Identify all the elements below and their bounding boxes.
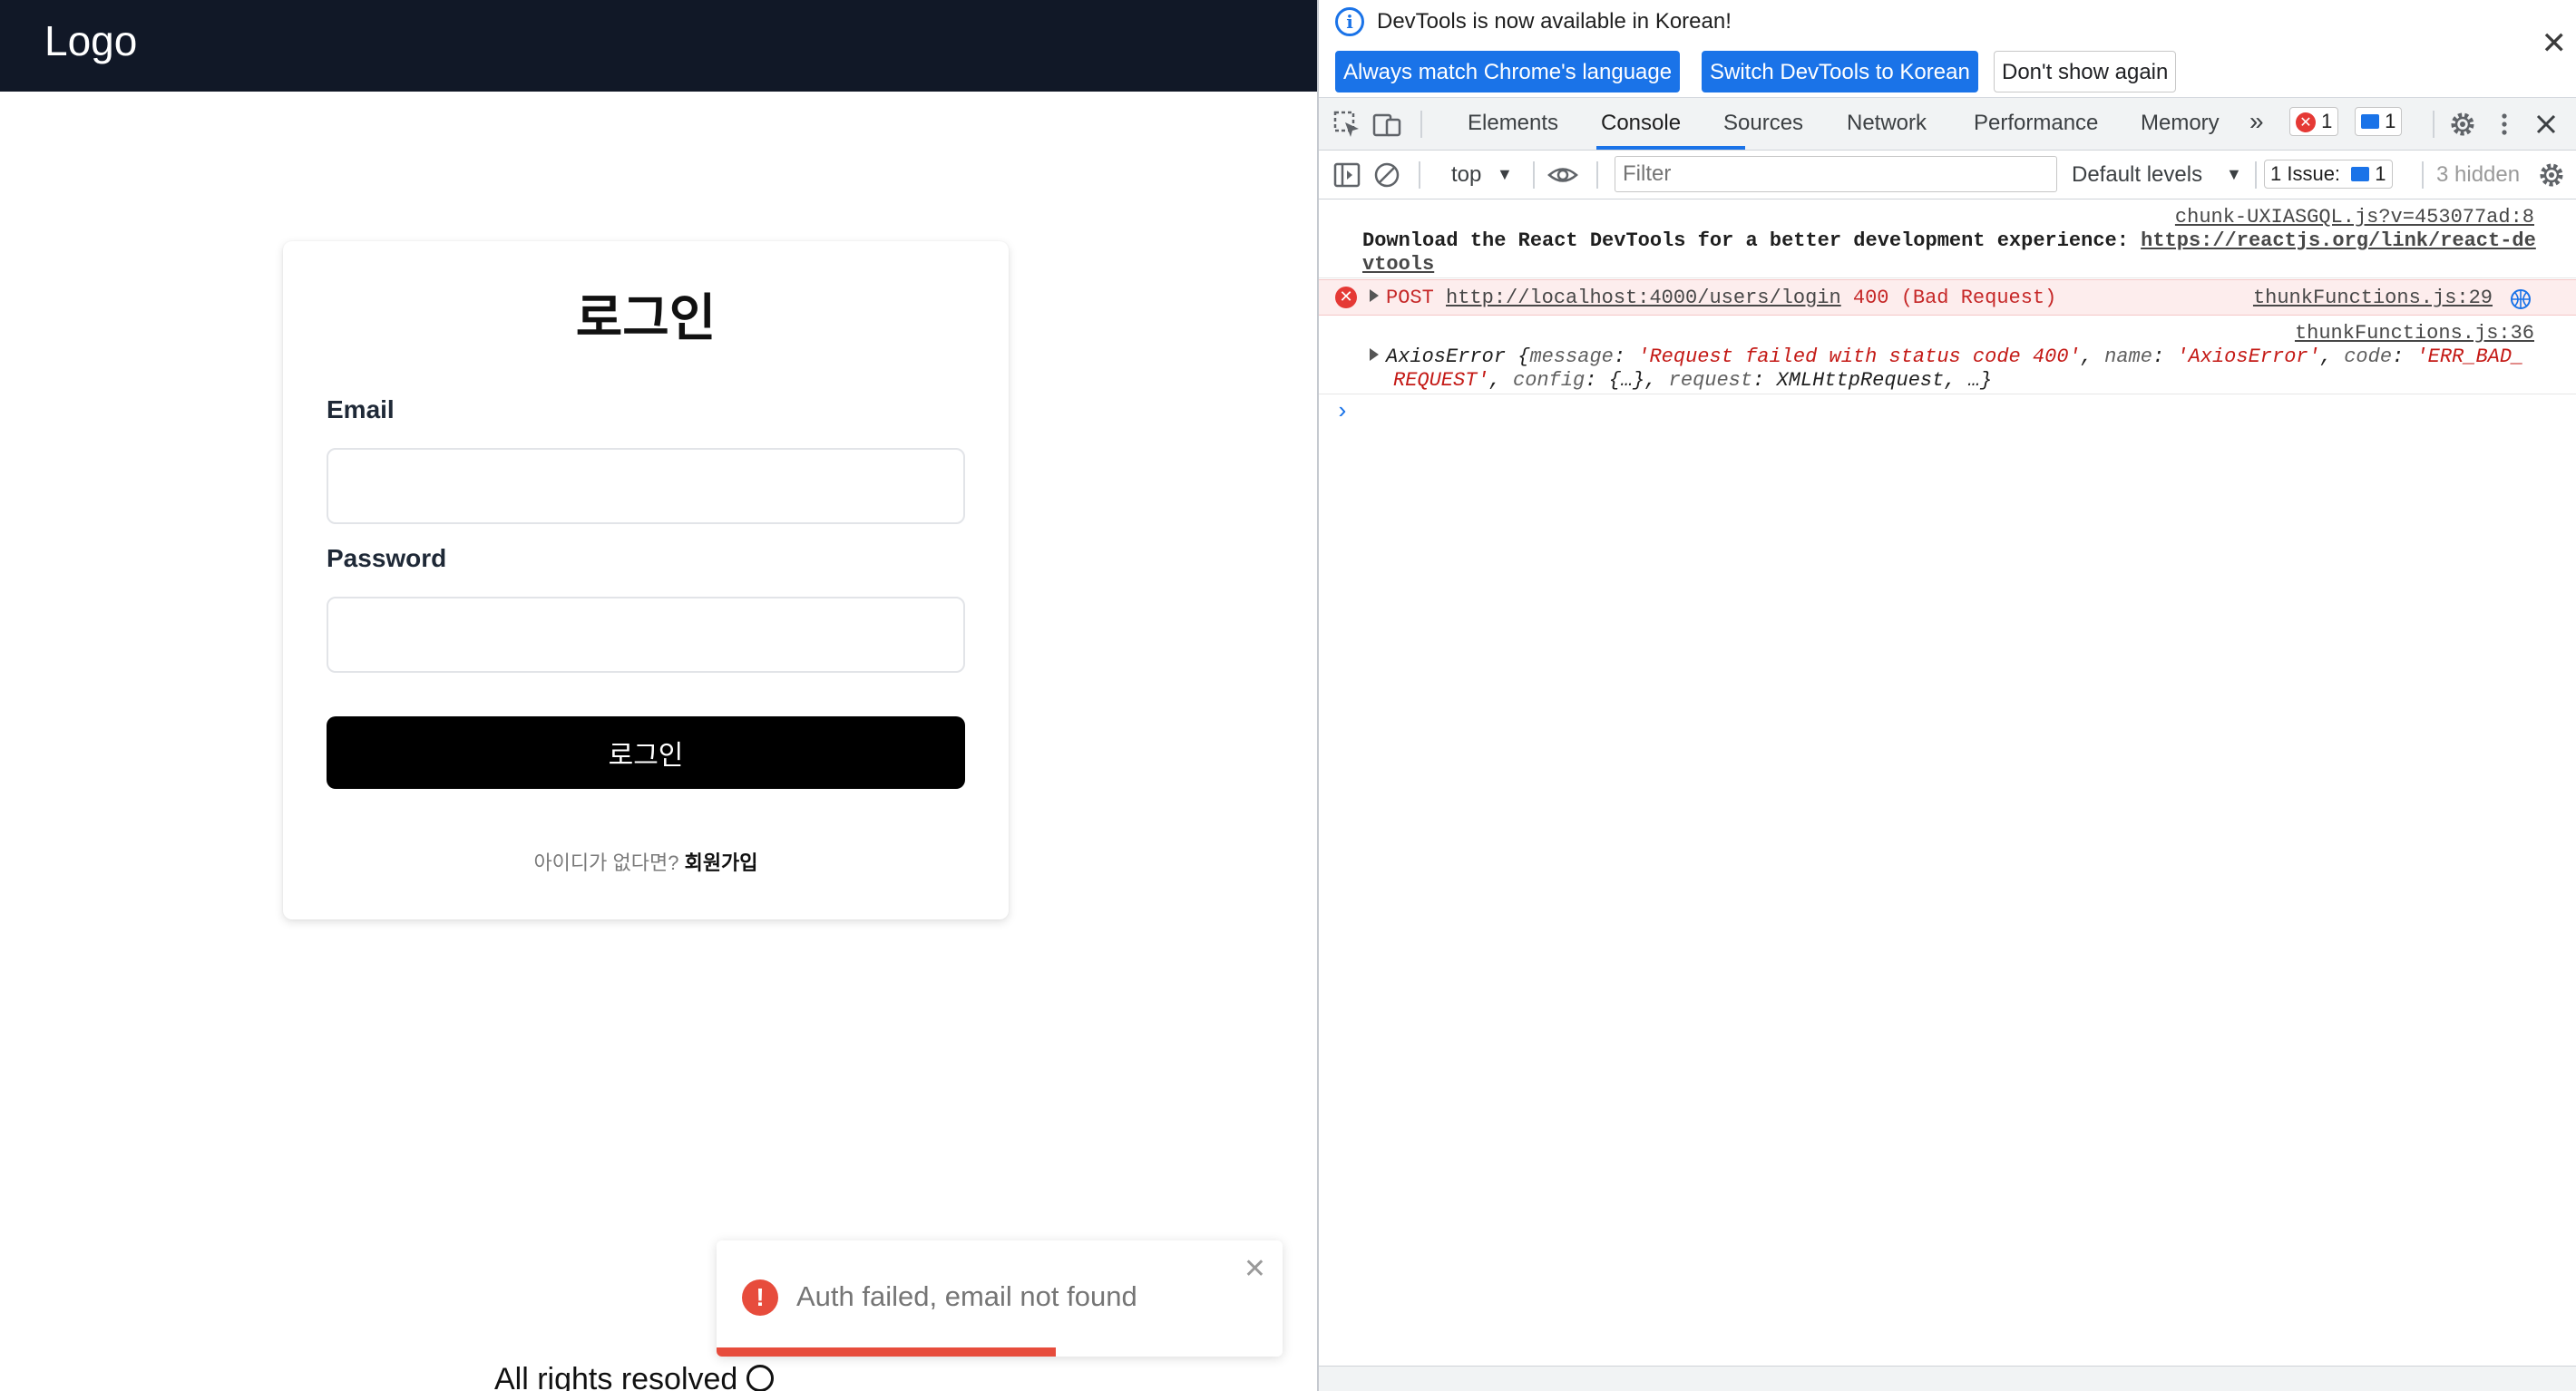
request-status: 400 (Bad Request) — [1840, 287, 2057, 309]
error-toast: ! Auth failed, email not found ✕ — [717, 1240, 1283, 1357]
chevron-down-icon[interactable]: ▼ — [2226, 165, 2242, 184]
react-devtools-link[interactable]: https://reactjs.org/link/react-de — [2141, 229, 2536, 252]
error-count: 1 — [2321, 110, 2333, 132]
kebab-menu-icon[interactable] — [2489, 109, 2520, 140]
close-devtools-icon[interactable] — [2531, 109, 2561, 140]
close-icon[interactable]: ✕ — [1244, 1253, 1266, 1285]
tab-elements[interactable]: Elements — [1468, 111, 1558, 136]
devtools-tabbar: Elements Console Sources Network Perform… — [1319, 98, 2576, 151]
error-code-value-cont: REQUEST' — [1393, 369, 1489, 392]
more-tabs-icon[interactable]: » — [2249, 107, 2264, 136]
issues-button[interactable]: 1 Issue: 1 — [2264, 160, 2393, 189]
sidebar-toggle-icon[interactable] — [1332, 160, 1362, 190]
toast-progress-bar — [717, 1347, 1057, 1357]
tab-sources[interactable]: Sources — [1723, 111, 1803, 136]
devtools-drawer-bar[interactable] — [1319, 1366, 2576, 1391]
inspect-element-icon[interactable] — [1332, 109, 1362, 140]
console-object-message: thunkFunctions.js:36 AxiosError {message… — [1319, 316, 2576, 394]
error-message-value: 'Request failed with status code 400' — [1637, 345, 2081, 368]
request-method: POST — [1386, 287, 1447, 309]
login-button[interactable]: 로그인 — [327, 716, 965, 789]
hidden-count[interactable]: 3 hidden — [2436, 162, 2520, 188]
console-error-row[interactable]: ✕ POST http://localhost:4000/users/login… — [1319, 279, 2576, 316]
settings-gear-icon[interactable] — [2447, 109, 2478, 140]
email-label: Email — [327, 395, 395, 423]
info-icon: i — [1335, 7, 1364, 36]
live-expression-eye-icon[interactable] — [1547, 160, 1578, 190]
issues-label: 1 Issue: — [2270, 162, 2341, 185]
object-source-link[interactable]: thunkFunctions.js:36 — [2295, 322, 2534, 345]
signup-question: 아이디가 없다면? — [533, 851, 685, 874]
request-value: XMLHttpRequest — [1776, 369, 1945, 392]
match-language-button[interactable]: Always match Chrome's language — [1335, 51, 1681, 92]
language-infobar: i DevTools is now available in Korean! ✕… — [1319, 0, 2576, 98]
expand-triangle-icon[interactable] — [1370, 289, 1379, 302]
react-devtools-link-cont[interactable]: vtools — [1362, 253, 1434, 276]
error-icon: ! — [742, 1279, 778, 1316]
request-url[interactable]: http://localhost:4000/users/login — [1446, 287, 1841, 309]
message-icon — [2361, 114, 2379, 129]
context-selector[interactable]: top — [1451, 162, 1481, 188]
tab-network[interactable]: Network — [1847, 111, 1927, 136]
expand-triangle-icon[interactable] — [1370, 348, 1379, 361]
network-request-icon[interactable] — [2509, 287, 2532, 311]
device-toolbar-icon[interactable] — [1371, 109, 1402, 140]
signup-prompt: 아이디가 없다면? 회원가입 — [283, 847, 1009, 876]
tab-memory[interactable]: Memory — [2141, 111, 2220, 136]
dont-show-again-button[interactable]: Don't show again — [1994, 51, 2177, 92]
error-code-value: 'ERR_BAD_ — [2415, 345, 2524, 368]
devtools-panel: i DevTools is now available in Korean! ✕… — [1317, 0, 2576, 1391]
message-count: 1 — [2385, 110, 2396, 132]
app-viewport: Logo 로그인 Email Password 로그인 아이디가 없다면? 회원… — [0, 0, 1317, 1391]
message-source-link[interactable]: chunk-UXIASGQL.js?v=453077ad:8 — [2175, 206, 2534, 229]
logo[interactable]: Logo — [44, 16, 137, 65]
issues-count: 1 — [2375, 162, 2386, 185]
signup-link[interactable]: 회원가입 — [685, 851, 758, 874]
tab-console[interactable]: Console — [1601, 111, 1681, 136]
error-icon: ✕ — [1335, 287, 1357, 308]
tab-performance[interactable]: Performance — [1974, 111, 2098, 136]
console-toolbar: top ▼ Default levels ▼ 1 Issue: 1 3 hidd… — [1319, 151, 2576, 199]
console-output: chunk-UXIASGQL.js?v=453077ad:8 Download … — [1319, 200, 2576, 1364]
error-source-link[interactable]: thunkFunctions.js:29 — [2253, 287, 2493, 309]
toast-message: Auth failed, email not found — [796, 1280, 1137, 1312]
login-title: 로그인 — [575, 289, 717, 346]
close-icon[interactable]: ✕ — [2542, 25, 2568, 62]
axios-error-line[interactable]: AxiosError {message: 'Request failed wit… — [1370, 345, 2523, 368]
object-type: AxiosError — [1386, 345, 1507, 368]
console-message: chunk-UXIASGQL.js?v=453077ad:8 Download … — [1319, 200, 2576, 278]
console-filter-input[interactable] — [1615, 156, 2057, 192]
password-label: Password — [327, 544, 447, 572]
login-card: 로그인 Email Password 로그인 아이디가 없다면? 회원가입 — [283, 241, 1009, 919]
axios-error-line-cont: REQUEST', config: {…}, request: XMLHttpR… — [1393, 369, 1993, 392]
message-text-wrap: vtools — [1362, 253, 1434, 276]
email-field[interactable] — [327, 448, 965, 524]
footer: All rights resolved — [494, 1362, 775, 1391]
navbar: Logo — [0, 0, 1317, 92]
message-count-badge[interactable]: 1 — [2355, 107, 2403, 136]
config-value: {…} — [1608, 369, 1645, 392]
error-count-badge[interactable]: ✕ 1 — [2289, 107, 2339, 136]
console-settings-gear-icon[interactable] — [2536, 160, 2567, 190]
log-levels-dropdown[interactable]: Default levels — [2072, 162, 2202, 188]
clear-console-icon[interactable] — [1371, 160, 1402, 190]
console-prompt-icon[interactable]: › — [1335, 398, 1350, 425]
footer-text: All rights resolved — [494, 1362, 738, 1391]
message-text: Download the React DevTools for a better… — [1362, 229, 2536, 252]
error-text: POST http://localhost:4000/users/login 4… — [1370, 287, 2056, 309]
active-tab-indicator — [1596, 146, 1745, 150]
password-field[interactable] — [327, 597, 965, 673]
message-body: Download the React DevTools for a better… — [1362, 229, 2142, 252]
infobar-message: DevTools is now available in Korean! — [1377, 9, 1732, 34]
switch-korean-button[interactable]: Switch DevTools to Korean — [1702, 51, 1978, 92]
chevron-down-icon[interactable]: ▼ — [1497, 165, 1513, 184]
issue-icon — [2351, 167, 2370, 181]
error-icon: ✕ — [2296, 112, 2316, 132]
smile-icon — [746, 1365, 775, 1391]
error-name-value: 'AxiosError' — [2176, 345, 2320, 368]
